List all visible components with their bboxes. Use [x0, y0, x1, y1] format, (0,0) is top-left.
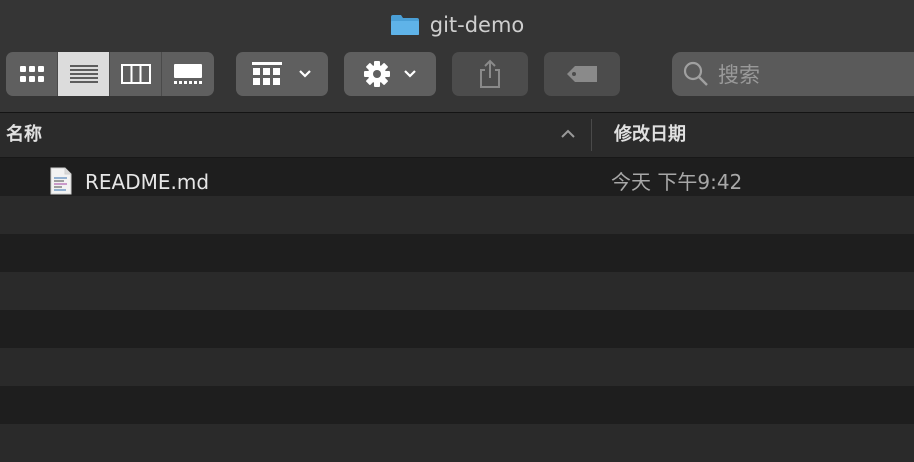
chevron-down-icon [404, 70, 416, 78]
gallery-icon [174, 64, 202, 84]
empty-row [0, 272, 914, 310]
tag-icon [567, 66, 597, 82]
grid-icon [19, 66, 44, 82]
group-by-button[interactable] [236, 52, 328, 96]
action-button[interactable] [344, 52, 436, 96]
list-icon [69, 65, 98, 83]
empty-row [0, 386, 914, 424]
chevron-down-icon [299, 70, 311, 78]
name-column-header[interactable]: 名称 [6, 113, 42, 157]
window-title-text: git-demo [429, 13, 525, 37]
list-item[interactable]: README.md 今天 下午9:42 [0, 158, 914, 196]
title-bar: git-demo 搜索 [0, 0, 914, 113]
empty-row [0, 196, 914, 234]
share-icon [480, 59, 500, 88]
sort-ascending-icon[interactable] [560, 128, 576, 140]
column-header: 名称 修改日期 [0, 113, 914, 158]
column-view-button[interactable] [110, 52, 162, 96]
gallery-view-button[interactable] [162, 52, 214, 96]
folder-icon [390, 14, 420, 36]
column-divider[interactable] [591, 119, 592, 151]
view-mode-control [6, 52, 214, 96]
empty-row [0, 348, 914, 386]
share-button[interactable] [452, 52, 528, 96]
text-document-icon [50, 167, 72, 195]
columns-icon [120, 64, 151, 84]
file-list: README.md 今天 下午9:42 [0, 158, 914, 462]
search-icon [683, 61, 708, 86]
search-placeholder: 搜索 [718, 63, 760, 87]
gear-icon [364, 61, 390, 87]
date-modified-column-header[interactable]: 修改日期 [614, 113, 686, 157]
empty-row [0, 234, 914, 272]
empty-row [0, 310, 914, 348]
group-grid-icon [252, 62, 282, 85]
list-view-button[interactable] [58, 52, 110, 96]
tag-button[interactable] [544, 52, 620, 96]
icon-view-button[interactable] [6, 52, 58, 96]
search-field[interactable]: 搜索 [672, 52, 914, 96]
window-title: git-demo [0, 10, 914, 40]
empty-row [0, 424, 914, 462]
